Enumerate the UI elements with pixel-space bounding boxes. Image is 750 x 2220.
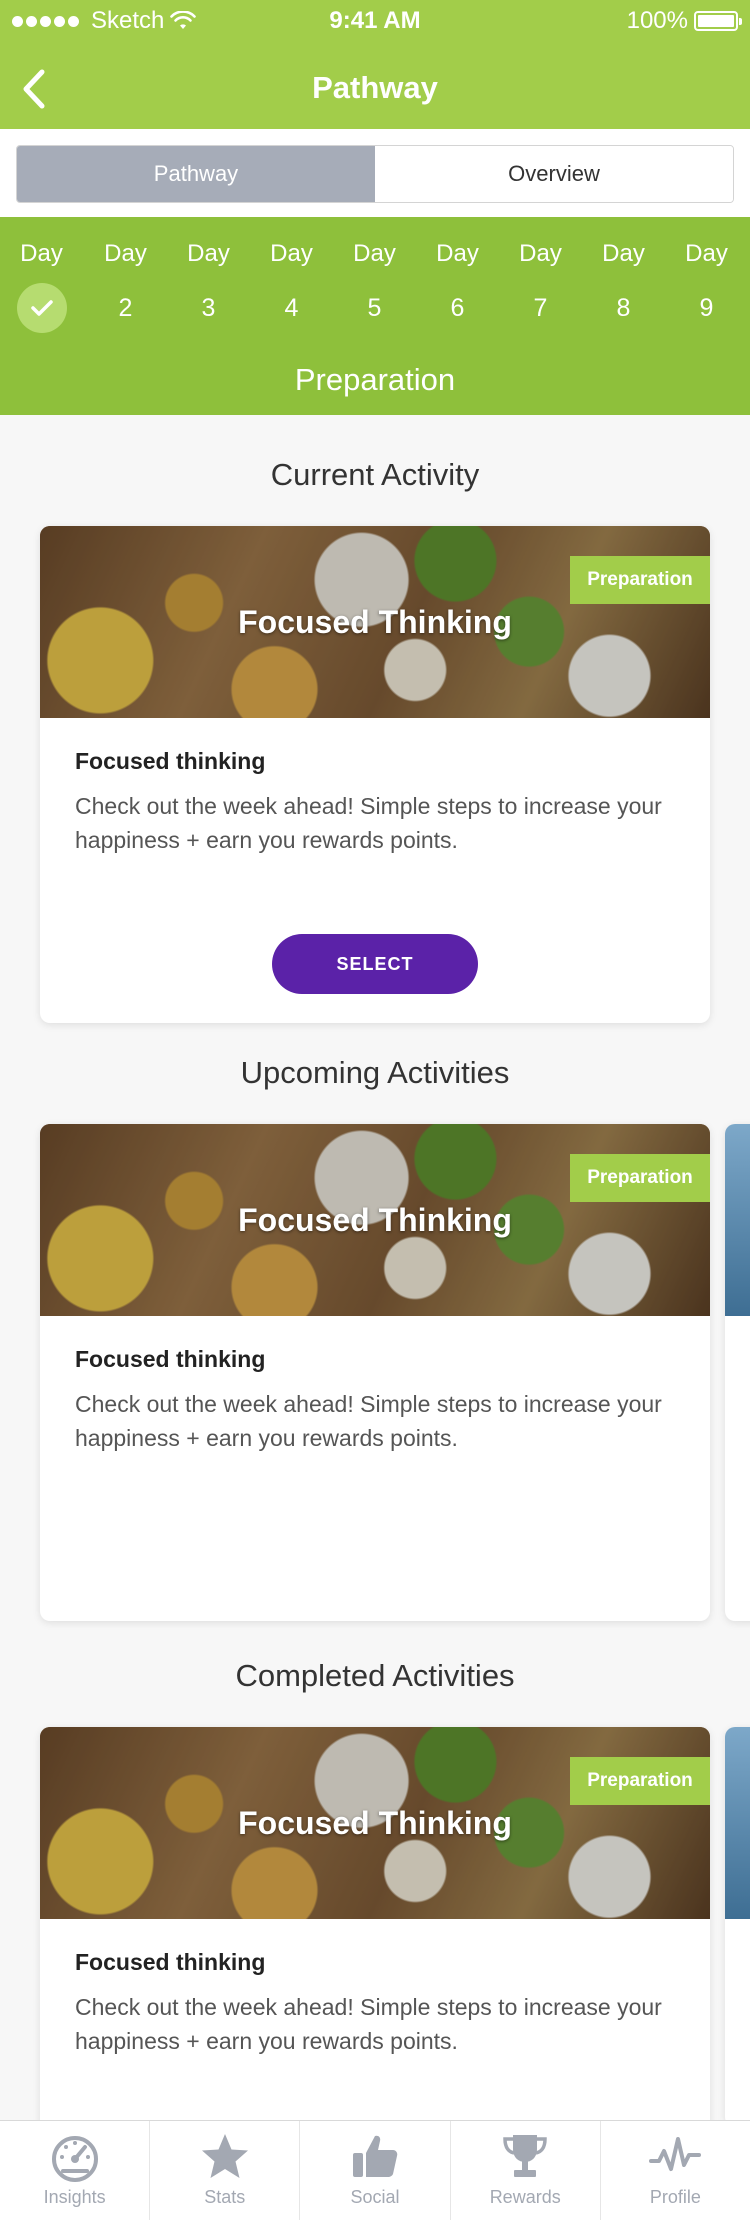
- select-button[interactable]: SELECT: [272, 934, 478, 994]
- tab-label: Social: [350, 2187, 400, 2207]
- day-complete-badge: [16, 283, 67, 333]
- card-description: Check out the week ahead! Simple steps t…: [75, 1994, 662, 2054]
- day-item-9[interactable]: Day 9: [665, 239, 748, 333]
- tab-label: Profile: [649, 2187, 701, 2207]
- day-item-7[interactable]: Day 7: [499, 239, 582, 333]
- day-number: 8: [616, 294, 631, 322]
- pulse-icon: [649, 2137, 702, 2171]
- day-label: Day: [187, 240, 230, 267]
- activity-card-peek[interactable]: [725, 1727, 750, 2127]
- battery-icon: [694, 11, 742, 31]
- tab-insights[interactable]: Insights: [0, 2121, 151, 2220]
- card-heading: Focused thinking: [75, 748, 266, 774]
- activity-card-upcoming[interactable]: Focused Thinking Preparation Focused thi…: [40, 1124, 710, 1621]
- activity-image: Focused Thinking Preparation: [40, 526, 710, 718]
- checkmark-icon: [30, 300, 53, 316]
- day-label: Day: [602, 240, 645, 267]
- day-label: Day: [270, 240, 313, 267]
- day-item-3[interactable]: Day 3: [167, 239, 250, 333]
- day-item-8[interactable]: Day 8: [582, 239, 665, 333]
- card-body: Focused thinking Check out the week ahea…: [40, 1316, 710, 1485]
- day-label: Day: [685, 240, 728, 267]
- day-number: 4: [284, 294, 299, 322]
- tab-social[interactable]: Social: [300, 2121, 451, 2220]
- card-description: Check out the week ahead! Simple steps t…: [75, 793, 662, 853]
- day-label: Day: [20, 240, 63, 267]
- day-item-5[interactable]: Day 5: [333, 239, 416, 333]
- activity-image: Focused Thinking Preparation: [40, 1727, 710, 1919]
- day-number: 5: [367, 294, 382, 322]
- day-label: Day: [353, 240, 396, 267]
- card-heading: Focused thinking: [75, 1346, 266, 1372]
- section-title-upcoming: Upcoming Activities: [240, 1055, 510, 1090]
- tab-bar: Insights Stats Social Rewards Profile: [0, 2120, 750, 2220]
- phase-badge: Preparation: [570, 556, 710, 604]
- phase-badge: Preparation: [570, 1154, 710, 1202]
- day-label: Day: [436, 240, 479, 267]
- segment-tab-pathway[interactable]: Pathway: [17, 146, 375, 202]
- header: Sketch 9:41 AM 100% Pathway: [0, 0, 750, 129]
- card-body: Focused thinking Check out the week ahea…: [40, 718, 710, 887]
- day-number: 3: [201, 294, 216, 322]
- activity-image-title: Focused Thinking: [238, 1805, 512, 1841]
- tab-label: Rewards: [489, 2187, 561, 2207]
- activity-card-peek[interactable]: [725, 1124, 750, 1621]
- tab-stats[interactable]: Stats: [150, 2121, 301, 2220]
- activity-image: [725, 1124, 750, 1316]
- day-number: 7: [533, 294, 548, 322]
- day-number: 6: [450, 294, 465, 322]
- card-description: Check out the week ahead! Simple steps t…: [75, 1391, 662, 1451]
- segment-tab-overview[interactable]: Overview: [375, 146, 733, 202]
- activity-image: [725, 1727, 750, 1919]
- day-label: Day: [519, 240, 562, 267]
- tab-label: Insights: [43, 2187, 106, 2207]
- phase-title: Preparation: [294, 362, 456, 397]
- card-heading: Focused thinking: [75, 1949, 266, 1975]
- activity-image-title: Focused Thinking: [238, 604, 512, 640]
- day-number: 9: [699, 294, 714, 322]
- battery-label: 100%: [626, 7, 688, 34]
- day-number: 2: [118, 294, 133, 322]
- segmented-control: Pathway Overview: [16, 145, 734, 203]
- section-title-completed: Completed Activities: [235, 1658, 515, 1693]
- tab-label: Stats: [204, 2187, 246, 2207]
- day-label: Day: [104, 240, 147, 267]
- thumbs-up-icon: [353, 2135, 398, 2177]
- day-item-4[interactable]: Day 4: [250, 239, 333, 333]
- page-title: Pathway: [312, 70, 438, 105]
- day-item-1[interactable]: Day: [0, 239, 83, 333]
- trophy-icon: [503, 2135, 547, 2177]
- activity-image: Focused Thinking Preparation: [40, 1124, 710, 1316]
- status-right: 100%: [626, 7, 742, 35]
- day-strip: Day Day 2 Day 3 Day 4 Day 5 Day 6 Day 7 …: [0, 217, 750, 415]
- status-bar: Sketch 9:41 AM 100%: [0, 0, 750, 40]
- segment-container: Pathway Overview: [0, 129, 750, 217]
- tab-rewards[interactable]: Rewards: [451, 2121, 601, 2220]
- activity-card-current[interactable]: Focused Thinking Preparation Focused thi…: [40, 526, 710, 1023]
- day-item-6[interactable]: Day 6: [416, 239, 499, 333]
- star-icon: [201, 2134, 248, 2178]
- day-item-2[interactable]: Day 2: [84, 239, 167, 333]
- phase-badge: Preparation: [570, 1757, 710, 1805]
- section-title-current: Current Activity: [270, 457, 480, 492]
- gauge-icon: [51, 2136, 98, 2182]
- card-body: Focused thinking Check out the week ahea…: [40, 1919, 710, 2088]
- tab-profile[interactable]: Profile: [601, 2121, 750, 2220]
- activity-image-title: Focused Thinking: [238, 1202, 512, 1238]
